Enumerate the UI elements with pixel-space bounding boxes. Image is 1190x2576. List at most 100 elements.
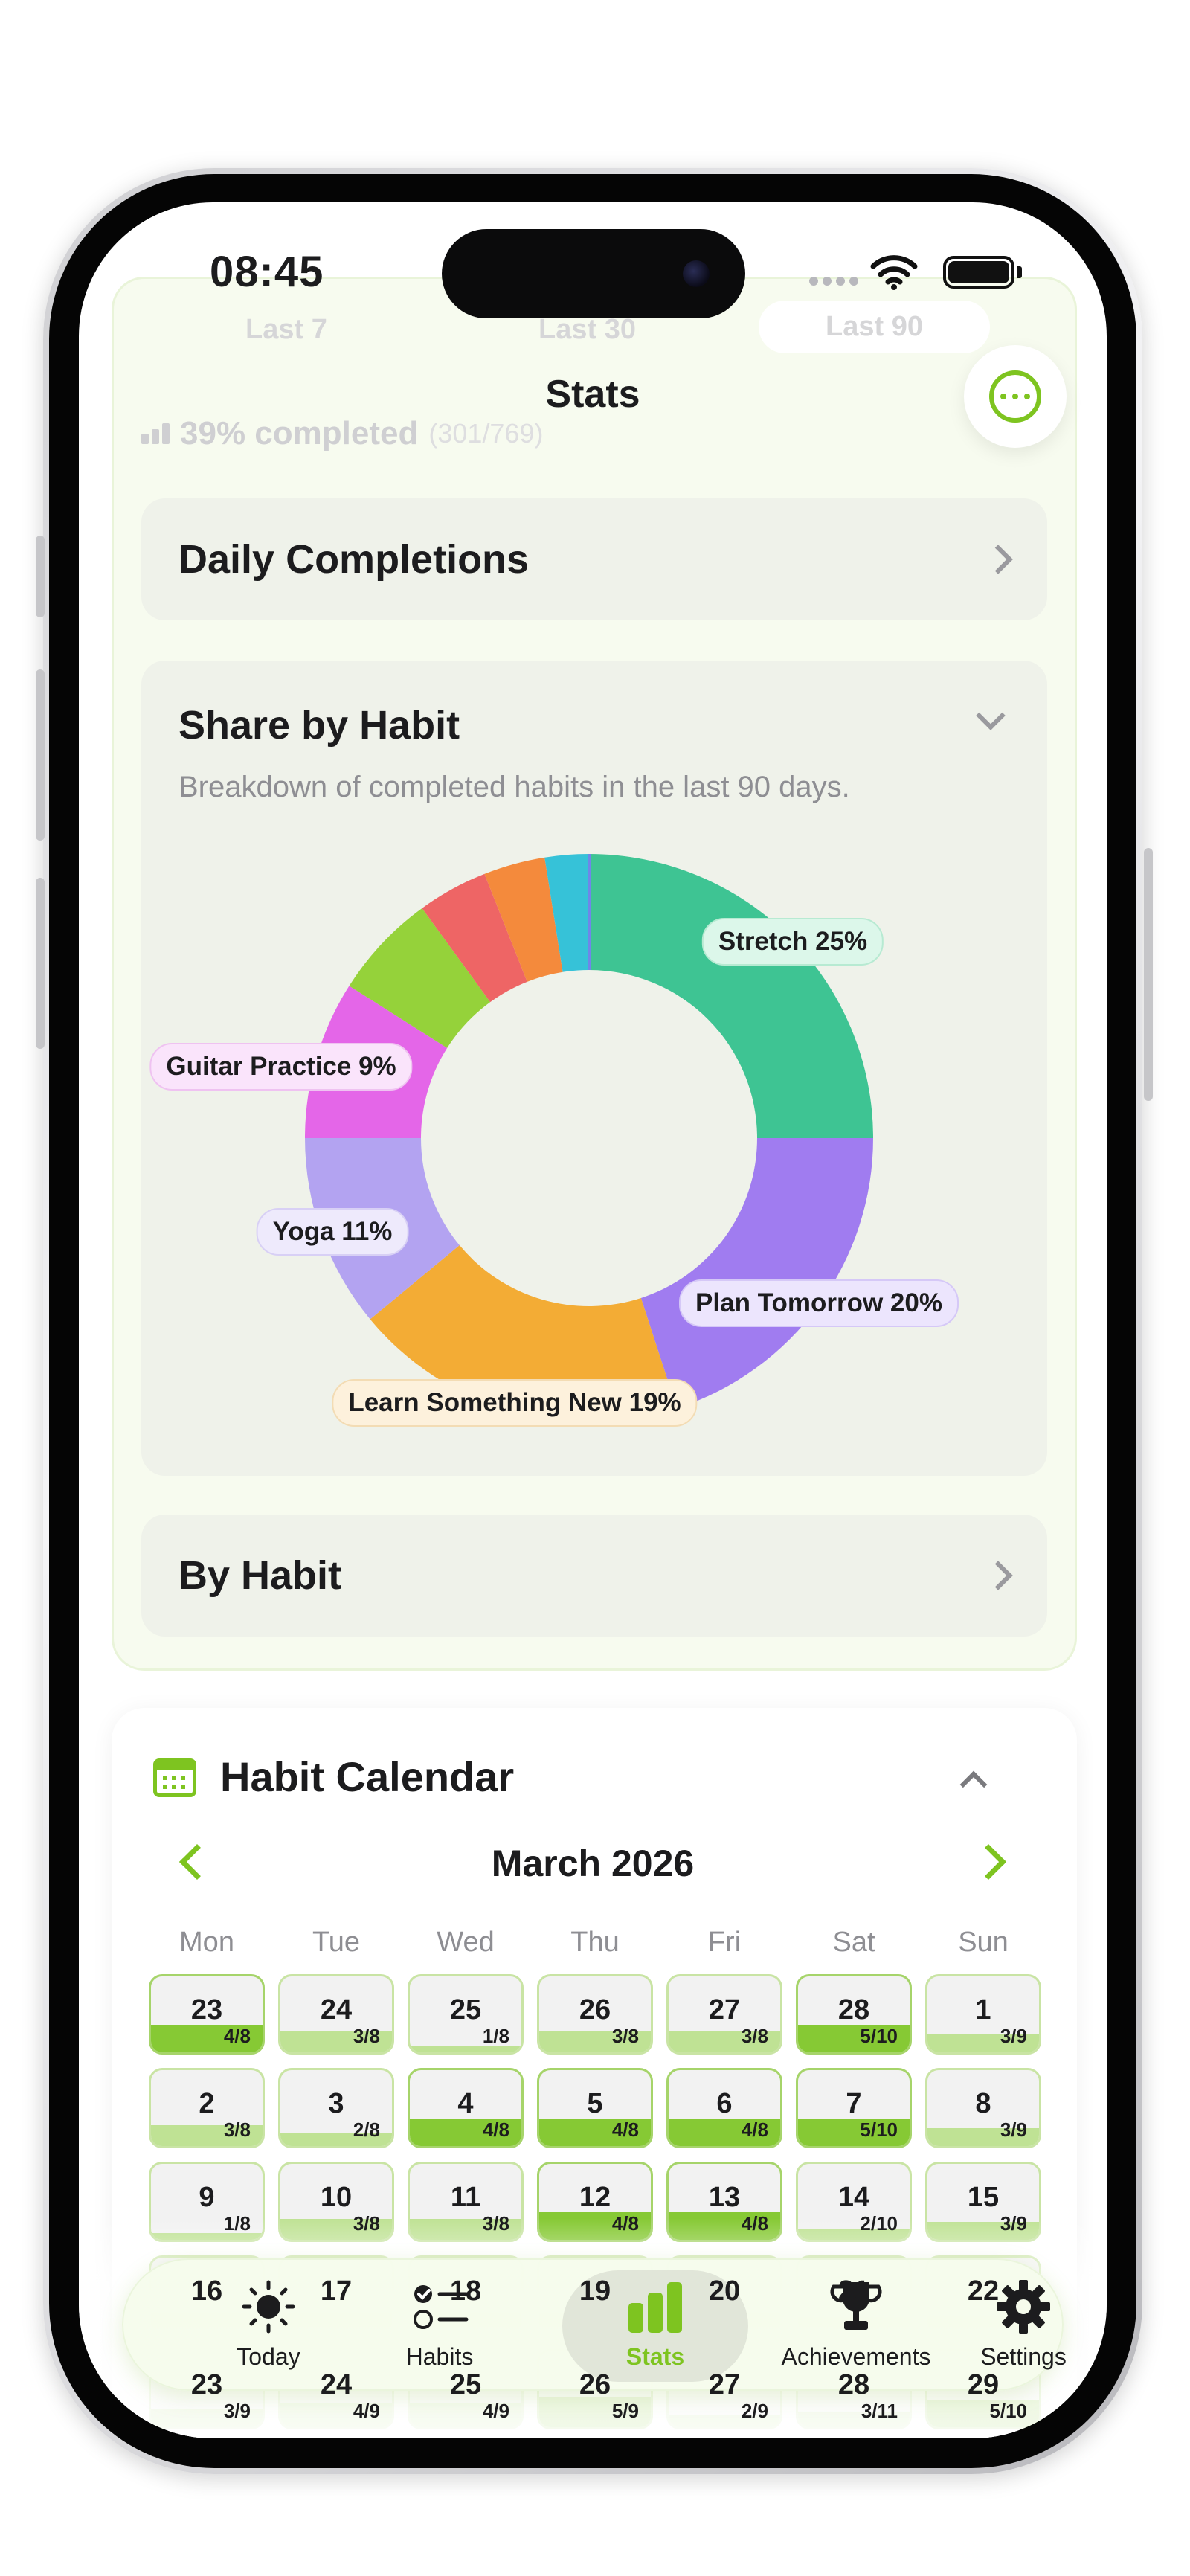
calendar-icon xyxy=(153,1758,196,1797)
habit-calendar-title: Habit Calendar xyxy=(220,1753,515,1800)
day-ratio: 5/10 xyxy=(860,2119,898,2141)
day-number: 23 xyxy=(190,1994,223,2026)
calendar-day[interactable]: 24 3/8 xyxy=(278,1974,394,2055)
calendar-day[interactable]: 6 4/8 xyxy=(666,2068,782,2148)
action-button xyxy=(36,536,45,617)
day-ratio: 3/9 xyxy=(1000,2025,1027,2047)
day-number: 10 xyxy=(320,2182,353,2213)
day-number: 23 xyxy=(190,2369,223,2400)
weekday-label: Thu xyxy=(570,1927,620,1958)
day-ratio: 4/8 xyxy=(741,2119,768,2141)
daily-completions-row[interactable]: Daily Completions xyxy=(141,498,1047,620)
pie-label-plan-tomorrow: Plan Tomorrow 20% xyxy=(679,1279,959,1327)
share-by-habit-title: Share by Habit xyxy=(178,703,460,748)
day-number: 6 xyxy=(716,2088,733,2119)
tab-settings-label: Settings xyxy=(980,2342,1067,2370)
day-number: 20 xyxy=(708,2275,741,2307)
status-time: 08:45 xyxy=(210,248,324,296)
day-ratio: 3/8 xyxy=(611,2025,639,2047)
tab-achievements-label: Achievements xyxy=(781,2342,931,2370)
tab-today-label: Today xyxy=(237,2342,300,2370)
day-number: 12 xyxy=(579,2182,611,2213)
calendar-day[interactable]: 5 4/8 xyxy=(537,2068,653,2148)
cellular-signal-icon xyxy=(809,277,858,286)
weekday-label: Mon xyxy=(179,1927,234,1958)
day-ratio: 5/10 xyxy=(989,2400,1027,2422)
day-ratio: 3/8 xyxy=(482,2212,509,2235)
day-ratio: 3/8 xyxy=(741,2025,768,2047)
weekday-label: Tue xyxy=(312,1927,361,1958)
day-number: 28 xyxy=(837,1994,870,2026)
battery-icon xyxy=(943,256,1014,289)
day-ratio: 1/8 xyxy=(223,2212,251,2235)
power-button xyxy=(1144,848,1153,1101)
pie-label-stretch: Stretch 25% xyxy=(701,918,884,966)
completion-count: (301/769) xyxy=(428,418,544,449)
pie-label-guitar-practice: Guitar Practice 9% xyxy=(149,1043,413,1091)
wifi-icon xyxy=(870,255,918,290)
chevron-down-icon[interactable] xyxy=(976,701,1006,730)
segment-last-7[interactable]: Last 7 xyxy=(245,314,327,346)
day-number: 25 xyxy=(449,1994,482,2026)
pie-label-yoga: Yoga 11% xyxy=(256,1208,409,1256)
tab-habits-label: Habits xyxy=(405,2342,474,2370)
calendar-day[interactable]: 2 3/8 xyxy=(149,2068,265,2148)
month-label: March 2026 xyxy=(491,1843,695,1884)
volume-down-button xyxy=(36,878,45,1049)
calendar-day[interactable]: 27 3/8 xyxy=(666,1974,782,2055)
day-ratio: 3/11 xyxy=(861,2400,898,2422)
day-ratio: 3/9 xyxy=(1000,2212,1027,2235)
by-habit-row[interactable]: By Habit xyxy=(141,1515,1047,1637)
day-ratio: 3/8 xyxy=(353,2025,380,2047)
day-number: 25 xyxy=(449,2369,482,2400)
day-ratio: 4/8 xyxy=(611,2119,639,2141)
day-number: 18 xyxy=(449,2275,482,2307)
dynamic-island xyxy=(442,229,745,318)
daily-completions-label: Daily Completions xyxy=(178,537,530,582)
day-number: 28 xyxy=(837,2369,870,2400)
calendar-day[interactable]: 3 2/8 xyxy=(278,2068,394,2148)
day-number: 26 xyxy=(579,1994,611,2026)
day-number: 2 xyxy=(199,2088,215,2119)
day-number: 4 xyxy=(457,2088,474,2119)
segment-last-90[interactable]: Last 90 xyxy=(759,301,990,353)
day-ratio: 4/8 xyxy=(611,2212,639,2235)
day-ratio: 2/10 xyxy=(860,2212,898,2235)
day-ratio: 4/9 xyxy=(482,2400,509,2422)
calendar-day[interactable]: 28 5/10 xyxy=(796,1974,912,2055)
day-ratio: 2/9 xyxy=(741,2400,768,2422)
day-ratio: 3/8 xyxy=(223,2119,251,2141)
day-ratio: 4/8 xyxy=(482,2119,509,2141)
by-habit-label: By Habit xyxy=(178,1553,342,1598)
completion-summary: 39% completed (301/769) xyxy=(141,415,543,452)
calendar-day[interactable]: 23 4/8 xyxy=(149,1974,265,2055)
day-number: 7 xyxy=(846,2088,862,2119)
calendar-day[interactable]: 8 3/9 xyxy=(925,2068,1041,2148)
day-ratio: 3/9 xyxy=(1000,2119,1027,2141)
calendar-day[interactable]: 26 3/8 xyxy=(537,1974,653,2055)
weekday-label: Fri xyxy=(707,1927,742,1958)
day-number: 5 xyxy=(587,2088,603,2119)
day-number: 21 xyxy=(837,2275,870,2307)
weekday-label: Sun xyxy=(958,1927,1009,1958)
battery-cap xyxy=(1017,266,1022,278)
more-options-button[interactable] xyxy=(964,345,1067,448)
pie-label-learn-something-new: Learn Something New 19% xyxy=(332,1379,698,1427)
bars-icon xyxy=(141,423,170,444)
day-number: 15 xyxy=(967,2182,1000,2213)
calendar-day[interactable]: 7 5/10 xyxy=(796,2068,912,2148)
day-number: 26 xyxy=(579,2369,611,2400)
day-number: 29 xyxy=(967,2369,1000,2400)
day-number: 13 xyxy=(708,2182,741,2213)
calendar-day[interactable]: 25 1/8 xyxy=(408,1974,524,2055)
day-number: 24 xyxy=(320,2369,353,2400)
day-number: 1 xyxy=(975,1994,991,2026)
day-number: 9 xyxy=(199,2182,215,2213)
calendar-day[interactable]: 4 4/8 xyxy=(408,2068,524,2148)
weekday-label: Wed xyxy=(437,1927,495,1958)
segment-last-30[interactable]: Last 30 xyxy=(538,314,636,346)
calendar-day[interactable]: 1 3/9 xyxy=(925,1974,1041,2055)
chevron-right-icon xyxy=(983,1561,1013,1590)
day-number: 24 xyxy=(320,1994,353,2026)
day-ratio: 3/9 xyxy=(223,2400,251,2422)
